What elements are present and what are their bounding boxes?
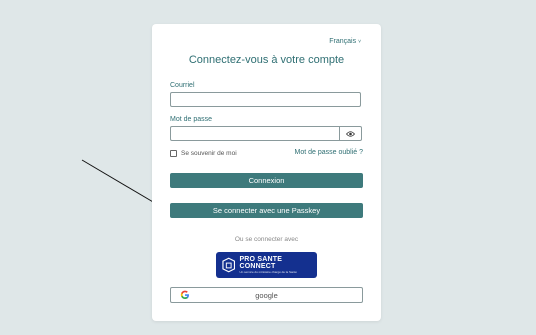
remember-me[interactable]: Se souvenir de moi (170, 150, 237, 157)
email-field[interactable] (170, 92, 361, 107)
or-separator-text: Ou se connecter avec (234, 236, 299, 243)
prosante-logo-icon (222, 257, 236, 273)
show-password-button[interactable] (340, 126, 362, 141)
prosante-subtitle: Un service du ministère chargé de la San… (239, 270, 297, 274)
chevron-down-icon: ˅ (358, 39, 361, 45)
google-login-button[interactable]: google (170, 287, 363, 303)
prosante-connect-button[interactable]: PRO SANTE CONNECT Un service du ministèr… (216, 252, 317, 278)
language-selector[interactable]: Français ˅ (329, 38, 361, 45)
remember-label: Se souvenir de moi (181, 150, 237, 157)
language-label: Français (329, 38, 357, 45)
page-title: Connectez-vous à votre compte (188, 54, 345, 66)
password-field[interactable] (170, 126, 340, 141)
google-label: google (255, 290, 278, 300)
passkey-button[interactable]: Se connecter avec une Passkey (170, 203, 363, 218)
email-label: Courriel (170, 82, 195, 89)
login-button[interactable]: Connexion (170, 173, 363, 188)
eye-icon (346, 130, 355, 137)
password-label: Mot de passe (170, 116, 213, 123)
login-card: Français ˅ Connectez-vous à votre compte … (152, 24, 381, 321)
prosante-title: PRO SANTE CONNECT (239, 256, 283, 270)
remember-checkbox[interactable] (170, 150, 177, 157)
google-icon (180, 290, 189, 299)
forgot-password-link[interactable]: Mot de passe oublié ? (295, 149, 364, 156)
